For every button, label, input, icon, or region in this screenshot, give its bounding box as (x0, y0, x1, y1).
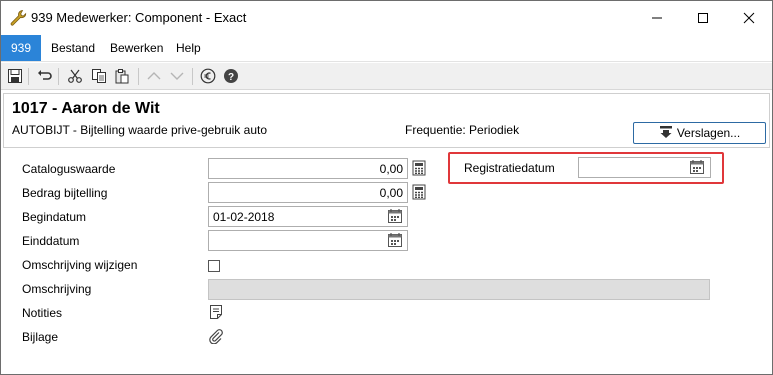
maximize-button[interactable] (680, 1, 726, 34)
start-date-input[interactable]: 01-02-2018 (208, 206, 408, 227)
reports-button-label: Verslagen... (676, 126, 741, 140)
download-report-icon (659, 125, 673, 142)
menu-bar: 939 Bestand Bewerken Help (1, 35, 772, 62)
toolbar-separator (28, 68, 29, 85)
highlight-box (448, 152, 724, 184)
notes-icon[interactable] (208, 304, 224, 320)
close-icon (743, 12, 755, 23)
end-date-input[interactable] (208, 230, 408, 251)
svg-text:?: ? (228, 72, 234, 83)
calendar-icon[interactable] (387, 232, 403, 248)
wrench-icon (9, 9, 27, 27)
calculator-icon[interactable] (411, 160, 427, 176)
description-input[interactable] (208, 279, 710, 300)
calculator-icon[interactable] (411, 184, 427, 200)
frequency-label: Frequentie: Periodiek (405, 123, 520, 137)
copy-icon[interactable] (89, 66, 109, 86)
catalog-value-input[interactable]: 0,00 (208, 158, 408, 179)
addition-amount-input[interactable]: 0,00 (208, 182, 408, 203)
toolbar-separator (138, 68, 139, 85)
component-header: 1017 - Aaron de Wit AUTOBIJT - Bijtellin… (3, 93, 770, 148)
window-title: 939 Medewerker: Component - Exact (31, 10, 247, 25)
minimize-button[interactable] (634, 1, 680, 34)
component-form: Cataloguswaarde 0,00 Bedrag bijtelling 0… (3, 151, 770, 373)
cut-icon[interactable] (65, 66, 85, 86)
notes-label: Notities (22, 306, 63, 320)
calendar-icon[interactable] (387, 208, 403, 224)
application-window: 939 Medewerker: Component - Exact 939 Be… (0, 0, 773, 375)
component-description: AUTOBIJT - Bijtelling waarde prive-gebru… (12, 123, 267, 137)
euro-icon[interactable] (198, 66, 218, 86)
paperclip-icon[interactable] (208, 328, 224, 344)
start-date-text: 01-02-2018 (213, 209, 275, 224)
addition-amount-label: Bedrag bijtelling (22, 186, 108, 200)
title-bar: 939 Medewerker: Component - Exact (1, 1, 772, 34)
edit-description-checkbox[interactable] (208, 260, 220, 272)
catalog-value-label: Cataloguswaarde (22, 162, 116, 176)
arrow-down-icon[interactable] (167, 66, 187, 86)
undo-icon[interactable] (35, 66, 55, 86)
description-label: Omschrijving (22, 282, 92, 296)
paste-icon[interactable] (112, 66, 132, 86)
edit-description-label: Omschrijving wijzigen (22, 258, 138, 272)
start-date-label: Begindatum (22, 210, 87, 224)
toolbar-separator (58, 68, 59, 85)
employee-title: 1017 - Aaron de Wit (12, 100, 160, 117)
maximize-icon (698, 12, 708, 23)
reports-button[interactable]: Verslagen... (633, 122, 766, 144)
help-icon[interactable]: ? (221, 66, 241, 86)
menu-bestand[interactable]: Bestand (51, 41, 95, 55)
save-icon[interactable] (5, 66, 25, 86)
menu-bewerken[interactable]: Bewerken (110, 41, 163, 55)
menu-help[interactable]: Help (176, 41, 201, 55)
close-button[interactable] (726, 1, 772, 34)
attachment-label: Bijlage (22, 330, 59, 344)
arrow-up-icon[interactable] (144, 66, 164, 86)
toolbar: ? (1, 63, 772, 90)
company-number-tab[interactable]: 939 (1, 35, 41, 61)
catalog-value-text: 0,00 (379, 161, 403, 176)
minimize-icon (652, 17, 662, 18)
addition-amount-text: 0,00 (379, 185, 403, 200)
toolbar-separator (192, 68, 193, 85)
end-date-label: Einddatum (22, 234, 80, 248)
